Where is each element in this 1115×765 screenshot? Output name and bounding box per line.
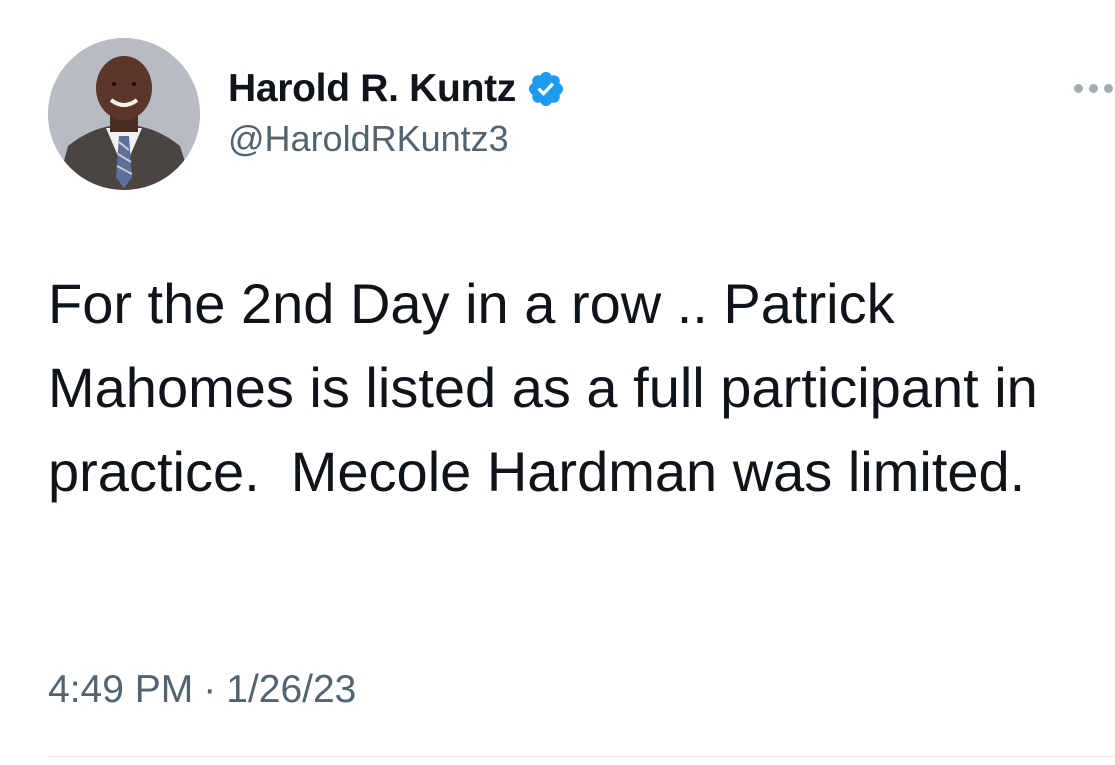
more-dot <box>1074 83 1083 93</box>
more-dot <box>1089 83 1098 93</box>
avatar[interactable] <box>48 38 200 190</box>
more-options-icon[interactable] <box>1074 78 1113 98</box>
author-handle[interactable]: @HaroldRKuntz3 <box>228 118 566 160</box>
author-name-row: Harold R. Kuntz <box>228 64 566 114</box>
more-dot <box>1104 83 1113 93</box>
tweet-text: For the 2nd Day in a row .. Patrick Maho… <box>48 272 1054 503</box>
timestamp-separator: · <box>203 668 217 711</box>
tweet-time: 4:49 PM <box>48 668 194 711</box>
tweet-date: 1/26/23 <box>226 668 357 711</box>
verified-badge-icon <box>526 69 566 109</box>
tweet-author: Harold R. Kuntz @HaroldRKuntz3 <box>228 64 566 160</box>
divider <box>48 756 1115 757</box>
author-display-name[interactable]: Harold R. Kuntz <box>228 67 516 111</box>
tweet-timestamp[interactable]: 4:49 PM · 1/26/23 <box>48 668 356 712</box>
avatar-image <box>48 38 200 190</box>
